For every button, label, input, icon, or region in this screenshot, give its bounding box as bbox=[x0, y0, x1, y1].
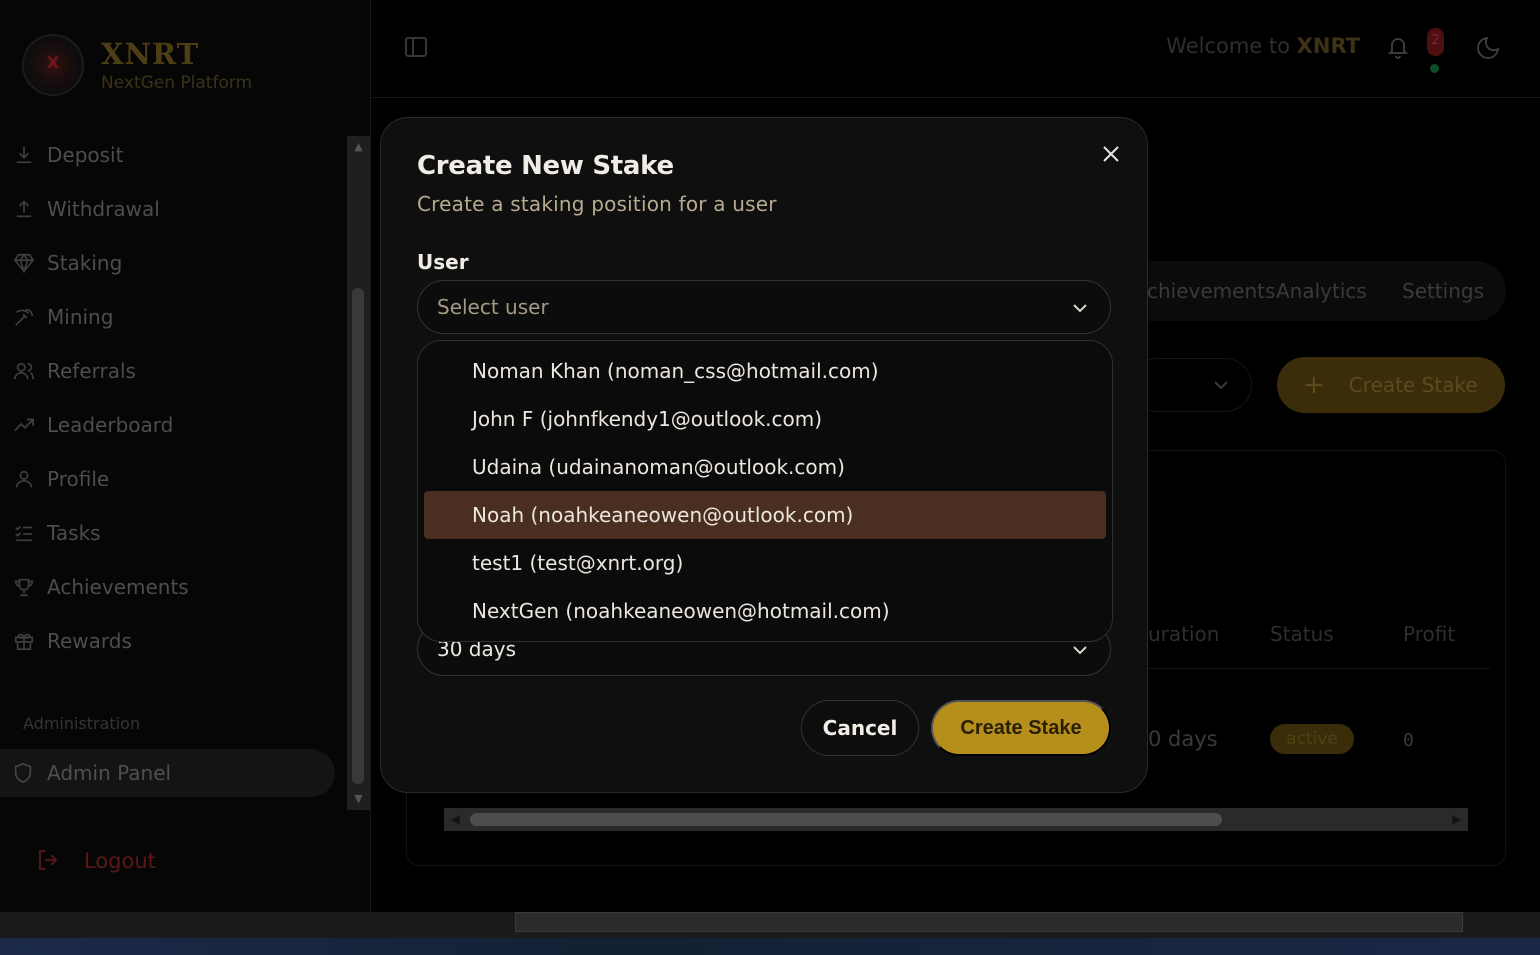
sidebar-item-label: Staking bbox=[47, 251, 123, 275]
scroll-down-icon[interactable]: ▼ bbox=[347, 790, 370, 808]
sidebar-item-leaderboard[interactable]: Leaderboard bbox=[0, 398, 346, 452]
users-icon bbox=[12, 359, 36, 383]
create-stake-button[interactable]: + Create Stake bbox=[1277, 357, 1505, 413]
brand-name: XNRT bbox=[101, 37, 200, 71]
download-icon bbox=[12, 143, 36, 167]
dropdown-option[interactable]: Udaina (udainanoman@outlook.com) bbox=[424, 443, 1106, 491]
sidebar-item-mining[interactable]: Mining bbox=[0, 290, 346, 344]
column-header-duration: uration bbox=[1148, 622, 1220, 646]
sidebar-scrollbar[interactable]: ▲ ▼ bbox=[347, 136, 370, 810]
table-horizontal-scrollbar[interactable]: ◀ ▶ bbox=[444, 808, 1468, 831]
tab-analytics[interactable]: Analytics bbox=[1276, 279, 1367, 303]
create-stake-label: Create Stake bbox=[1348, 373, 1478, 397]
cell-duration: 0 days bbox=[1148, 727, 1218, 751]
brand-text: XNRT NextGen Platform bbox=[101, 37, 252, 93]
sidebar-item-label: Referrals bbox=[47, 359, 136, 383]
status-filter-select[interactable] bbox=[1130, 358, 1252, 412]
logout-button[interactable]: Logout bbox=[36, 848, 156, 874]
admin-section-heading: Administration bbox=[23, 714, 141, 733]
create-stake-submit-button[interactable]: Create Stake bbox=[931, 700, 1111, 756]
top-header: Welcome to XNRT 2 bbox=[372, 0, 1540, 98]
sidebar: XNRT NextGen Platform Deposit Withdrawal… bbox=[0, 0, 371, 912]
sidebar-item-label: Profile bbox=[47, 467, 110, 491]
plus-icon: + bbox=[1303, 370, 1325, 400]
logout-label: Logout bbox=[84, 849, 156, 873]
cancel-button[interactable]: Cancel bbox=[801, 700, 919, 756]
welcome-text: Welcome to XNRT bbox=[1166, 34, 1360, 58]
pickaxe-icon bbox=[12, 305, 36, 329]
user-select-placeholder: Select user bbox=[437, 295, 549, 319]
sidebar-item-tasks[interactable]: Tasks bbox=[0, 506, 346, 560]
online-status-dot bbox=[1430, 64, 1439, 73]
list-checks-icon bbox=[12, 521, 36, 545]
scrollbar-thumb[interactable] bbox=[470, 813, 1222, 826]
user-select[interactable]: Select user bbox=[417, 280, 1111, 334]
notification-badge: 2 bbox=[1427, 28, 1444, 56]
dialog-description: Create a staking position for a user bbox=[417, 192, 777, 216]
tab-settings[interactable]: Settings bbox=[1402, 279, 1484, 303]
os-input-field bbox=[515, 912, 1463, 932]
brand[interactable]: XNRT NextGen Platform bbox=[22, 34, 252, 96]
upload-icon bbox=[12, 197, 36, 221]
close-icon[interactable] bbox=[1099, 142, 1123, 166]
scrollbar-thumb[interactable] bbox=[352, 288, 364, 784]
chevron-down-icon bbox=[1070, 298, 1090, 318]
sidebar-item-label: Rewards bbox=[47, 629, 132, 653]
trending-up-icon bbox=[12, 413, 36, 437]
sidebar-item-staking[interactable]: Staking bbox=[0, 236, 346, 290]
bell-icon[interactable] bbox=[1386, 34, 1410, 60]
sidebar-item-label: Admin Panel bbox=[47, 761, 172, 785]
sidebar-item-referrals[interactable]: Referrals bbox=[0, 344, 346, 398]
moon-icon[interactable] bbox=[1476, 34, 1502, 60]
tab-achievements[interactable]: chievements bbox=[1147, 279, 1275, 303]
dropdown-option[interactable]: NextGen (noahkeaneowen@hotmail.com) bbox=[424, 587, 1106, 635]
sidebar-item-label: Achievements bbox=[47, 575, 189, 599]
gem-icon bbox=[12, 251, 36, 275]
sidebar-toggle-icon[interactable] bbox=[404, 36, 428, 58]
os-status-strip bbox=[0, 912, 1540, 938]
logout-icon bbox=[36, 848, 62, 874]
sidebar-item-withdrawal[interactable]: Withdrawal bbox=[0, 182, 346, 236]
dropdown-option[interactable]: John F (johnfkendy1@outlook.com) bbox=[424, 395, 1106, 443]
brand-logo bbox=[22, 34, 84, 96]
sidebar-item-label: Deposit bbox=[47, 143, 124, 167]
chevron-down-icon bbox=[1070, 640, 1090, 660]
brand-tagline: NextGen Platform bbox=[101, 73, 253, 93]
dropdown-option[interactable]: test1 (test@xnrt.org) bbox=[424, 539, 1106, 587]
sidebar-item-deposit[interactable]: Deposit bbox=[0, 128, 346, 182]
sidebar-item-profile[interactable]: Profile bbox=[0, 452, 346, 506]
sidebar-item-admin-panel[interactable]: Admin Panel bbox=[0, 749, 335, 797]
sidebar-item-label: Leaderboard bbox=[47, 413, 174, 437]
status-badge: active bbox=[1270, 724, 1354, 754]
scroll-right-icon[interactable]: ▶ bbox=[1448, 808, 1466, 831]
trophy-icon bbox=[12, 575, 36, 599]
dialog-title: Create New Stake bbox=[417, 151, 674, 181]
welcome-prefix: Welcome to bbox=[1166, 34, 1297, 58]
dropdown-option-highlighted[interactable]: Noah (noahkeaneowen@outlook.com) bbox=[424, 491, 1106, 539]
sidebar-item-achievements[interactable]: Achievements bbox=[0, 560, 346, 614]
sidebar-nav: Deposit Withdrawal Staking Mining Referr… bbox=[0, 128, 346, 668]
sidebar-item-rewards[interactable]: Rewards bbox=[0, 614, 346, 668]
gift-icon bbox=[12, 629, 36, 653]
scroll-left-icon[interactable]: ◀ bbox=[446, 808, 464, 831]
os-taskbar bbox=[0, 938, 1540, 955]
welcome-brand: XNRT bbox=[1296, 34, 1360, 58]
shield-icon bbox=[12, 761, 36, 785]
table-divider bbox=[1140, 668, 1490, 669]
scroll-up-icon[interactable]: ▲ bbox=[347, 138, 370, 156]
cell-profit: 0 bbox=[1403, 730, 1414, 751]
user-icon bbox=[12, 467, 36, 491]
user-dropdown-list: Noman Khan (noman_css@hotmail.com) John … bbox=[417, 340, 1113, 642]
sidebar-item-label: Tasks bbox=[47, 521, 101, 545]
dropdown-option[interactable]: Noman Khan (noman_css@hotmail.com) bbox=[424, 347, 1106, 395]
column-header-status: Status bbox=[1270, 622, 1334, 646]
column-header-profit: Profit bbox=[1403, 622, 1456, 646]
chevron-down-icon bbox=[1211, 375, 1231, 395]
sidebar-item-label: Withdrawal bbox=[47, 197, 160, 221]
user-field-label: User bbox=[417, 250, 469, 274]
sidebar-item-label: Mining bbox=[47, 305, 114, 329]
